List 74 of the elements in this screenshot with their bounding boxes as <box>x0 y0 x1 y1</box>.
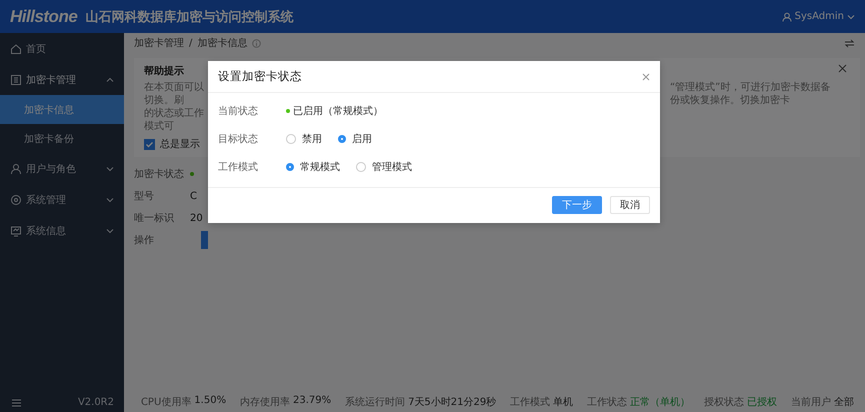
status-value: 全部 <box>834 396 854 409</box>
field-label: 唯一标识 <box>134 212 175 225</box>
radio-button[interactable] <box>356 162 366 172</box>
check-icon <box>145 140 154 148</box>
chevron-down-icon[interactable] <box>106 166 114 172</box>
status-label: 授权状态 <box>704 396 744 409</box>
status-label: 工作模式 <box>510 396 550 409</box>
help-text: 的状态或工作模式可 <box>144 107 204 133</box>
cancel-button[interactable]: 取消 <box>610 196 650 214</box>
status-value: 已授权 <box>747 396 778 409</box>
radio-button[interactable] <box>338 135 346 143</box>
status-label: 系统运行时间 <box>345 396 406 409</box>
field-value: C <box>190 190 197 202</box>
status-text: 已启用（常规模式） <box>293 104 383 118</box>
field-label: 当前状态 <box>218 104 259 118</box>
status-dot-icon <box>190 172 194 176</box>
field-label: 目标状态 <box>218 132 259 146</box>
breadcrumb-separator: / <box>189 38 192 48</box>
radio-button[interactable] <box>286 163 294 171</box>
chevron-down-icon[interactable] <box>106 196 114 202</box>
field-value: 20 <box>190 212 203 224</box>
dialog-title: 设置加密卡状态 <box>218 69 302 84</box>
status-label: 当前用户 <box>790 396 831 409</box>
gear-icon <box>10 194 22 206</box>
help-text: 在本页面可以切换。刷 <box>144 81 204 107</box>
status-value: 正常（单机） <box>630 396 690 409</box>
field-label: 操作 <box>134 234 155 247</box>
menu-item[interactable]: 系统信息 <box>26 224 66 238</box>
logo: Hillstone <box>10 6 78 26</box>
home-icon <box>10 42 22 54</box>
radio-label: 启用 <box>352 132 372 146</box>
next-button[interactable]: 下一步 <box>552 196 602 214</box>
user-icon <box>10 162 22 174</box>
status-label: CPU使用率 <box>140 396 192 409</box>
menu-item[interactable]: 系统管理 <box>26 192 66 206</box>
status-value: 1.50% <box>194 395 226 408</box>
status-label: 内存使用率 <box>240 396 290 409</box>
menu-item[interactable]: 用户与角色 <box>26 162 76 176</box>
status-dot-icon <box>286 109 290 113</box>
status-label: 工作状态 <box>587 396 628 409</box>
caret-icon[interactable] <box>847 14 855 20</box>
checkbox[interactable] <box>144 138 155 150</box>
radio-label: 管理模式 <box>372 160 412 174</box>
breadcrumb-item: 加密卡信息 <box>197 36 248 50</box>
app-title: 山石网科数据库加密与访问控制系统 <box>85 8 294 26</box>
user-icon <box>782 12 792 22</box>
user-name[interactable]: SysAdmin <box>794 11 844 22</box>
status-value: 单机 <box>553 396 574 409</box>
close-icon[interactable] <box>642 72 650 80</box>
info-icon <box>252 38 262 48</box>
menu-item[interactable]: 首页 <box>26 42 46 56</box>
menu-icon[interactable] <box>12 398 21 406</box>
swap-icon[interactable] <box>844 38 855 48</box>
menu-item[interactable]: 加密卡管理 <box>26 72 76 86</box>
help-title: 帮助提示 <box>144 64 184 78</box>
field-label: 工作模式 <box>218 160 259 174</box>
status-value: 23.79% <box>293 395 332 408</box>
status-value: 7天5小时21分29秒 <box>408 396 496 409</box>
close-icon[interactable] <box>838 64 847 73</box>
radio-button[interactable] <box>286 134 296 144</box>
card-icon <box>10 74 22 86</box>
submenu-item[interactable]: 加密卡信息 <box>0 95 124 124</box>
field-label: 型号 <box>134 190 155 203</box>
version-label: V2.0R2 <box>78 397 114 408</box>
breadcrumb-item[interactable]: 加密卡管理 <box>134 36 184 50</box>
help-text: “管理模式”时，可进行加密卡数据备份或恢复操作。切换加密卡 <box>670 81 832 108</box>
chevron-up-icon[interactable] <box>106 76 114 82</box>
chevron-down-icon[interactable] <box>106 228 114 234</box>
radio-label: 常规模式 <box>300 160 340 174</box>
checkbox-label: 总是显示 <box>160 138 200 151</box>
submenu-item[interactable]: 加密卡备份 <box>0 124 124 153</box>
field-label: 加密卡状态 <box>134 168 185 181</box>
radio-label: 禁用 <box>302 132 322 146</box>
monitor-icon <box>10 224 22 236</box>
